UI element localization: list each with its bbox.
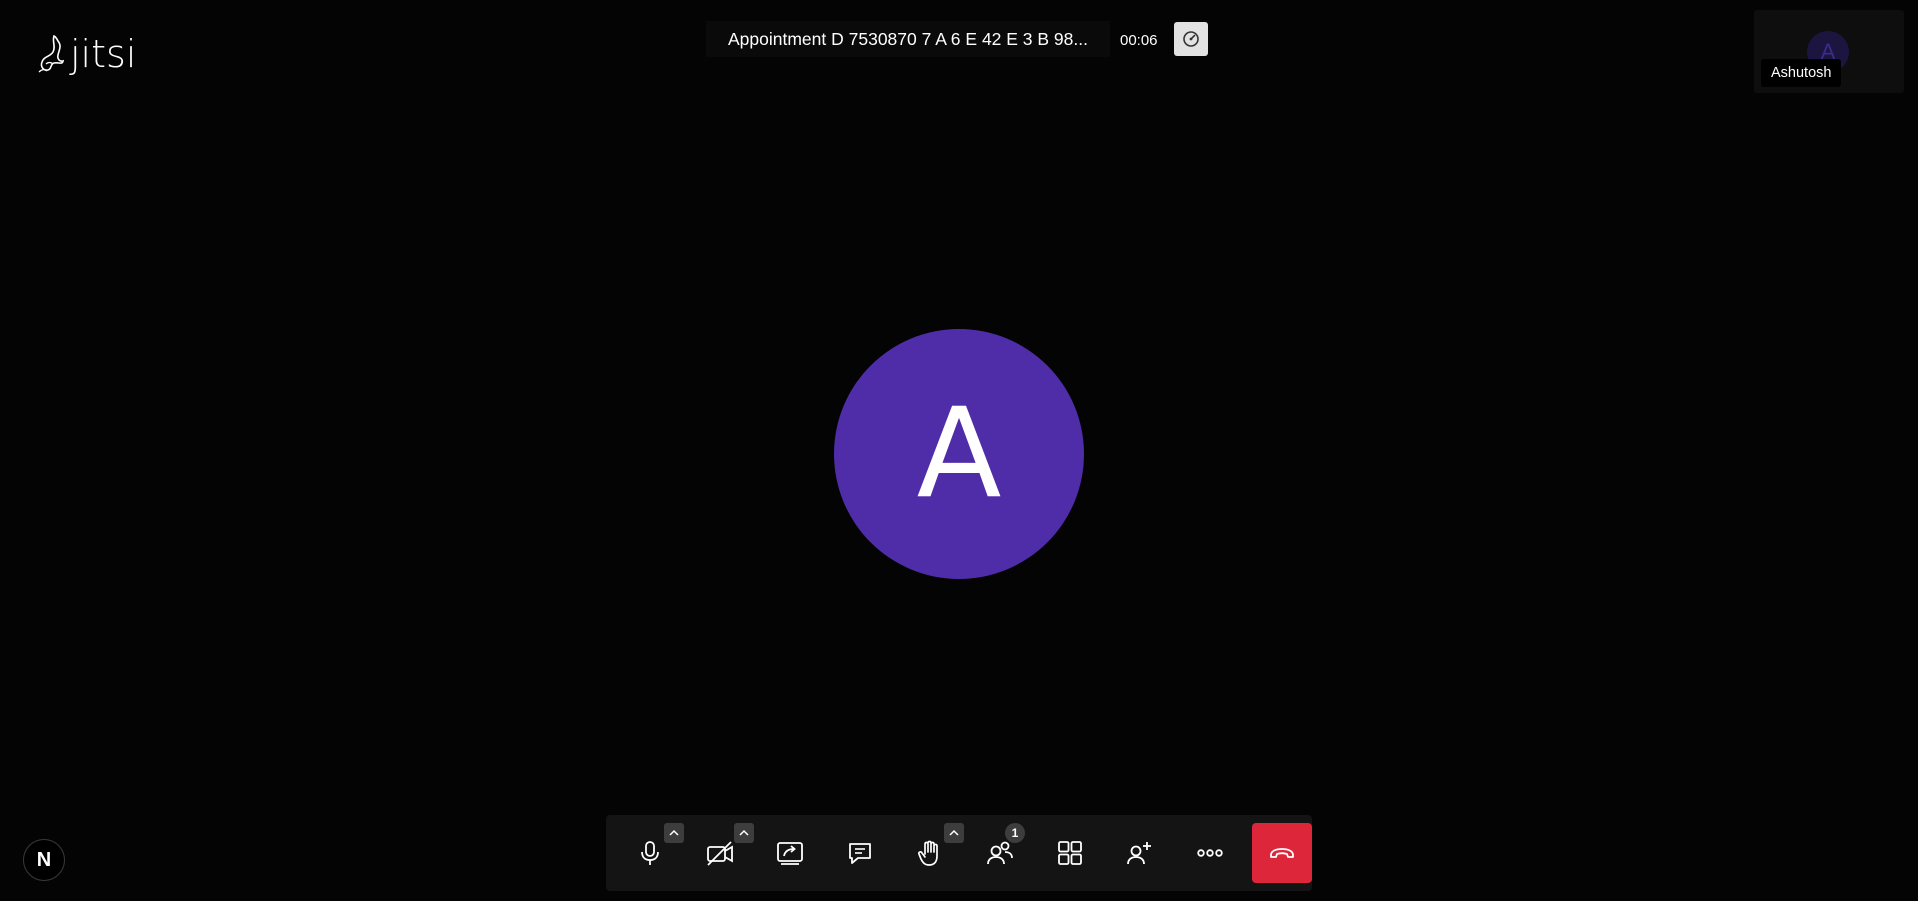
chat-button[interactable] [832, 825, 888, 881]
microphone-icon [641, 841, 659, 865]
jitsi-logo[interactable]: jitsi [36, 34, 136, 74]
gauge-icon [1182, 31, 1199, 47]
more-icon [1197, 849, 1223, 857]
conference-info-bar: Appointment D 7530870 7 A 6 E 42 E 3 B 9… [706, 20, 1208, 58]
share-screen-icon [777, 842, 803, 865]
participants-button[interactable]: 1 [972, 823, 1028, 881]
self-display-name: Ashutosh [1761, 59, 1842, 87]
share-screen-button[interactable] [762, 825, 818, 881]
leave-meeting-button[interactable] [1252, 823, 1312, 883]
microphone-button[interactable] [622, 823, 684, 881]
meeting-toolbar: 1 [606, 815, 1312, 891]
tile-view-button[interactable] [1042, 825, 1098, 881]
camera-button[interactable] [692, 823, 754, 881]
add-person-icon [1127, 842, 1151, 865]
chat-icon [849, 843, 871, 864]
participant-avatar: A [834, 329, 1084, 579]
raise-hand-button[interactable] [902, 823, 964, 881]
jitsi-bird-icon [38, 34, 65, 73]
invite-people-button[interactable] [1112, 825, 1168, 881]
chevron-up-icon [739, 829, 749, 836]
participants-count-badge: 1 [1005, 823, 1025, 843]
meeting-subject: Appointment D 7530870 7 A 6 E 42 E 3 B 9… [706, 21, 1110, 57]
participants-icon [987, 841, 1013, 865]
camera-off-icon [707, 841, 733, 866]
corner-n-badge[interactable]: N [23, 839, 65, 881]
logo-text: jitsi [70, 32, 137, 76]
video-options-button[interactable] [734, 823, 754, 843]
chevron-up-icon [669, 829, 679, 836]
more-actions-button[interactable] [1182, 825, 1238, 881]
chevron-up-icon [949, 829, 959, 836]
meeting-timer: 00:06 [1119, 32, 1158, 49]
tile-view-icon [1058, 841, 1082, 865]
meeting-stage: jitsi Appointment D 7530870 7 A 6 E 42 E… [0, 0, 1918, 901]
self-view-thumbnail[interactable]: A Ashutosh [1754, 10, 1904, 93]
audio-options-button[interactable] [664, 823, 684, 843]
hand-icon [917, 840, 938, 866]
hangup-icon [1270, 848, 1294, 858]
reactions-options-button[interactable] [944, 823, 964, 843]
connection-stats-button[interactable] [1173, 22, 1208, 56]
